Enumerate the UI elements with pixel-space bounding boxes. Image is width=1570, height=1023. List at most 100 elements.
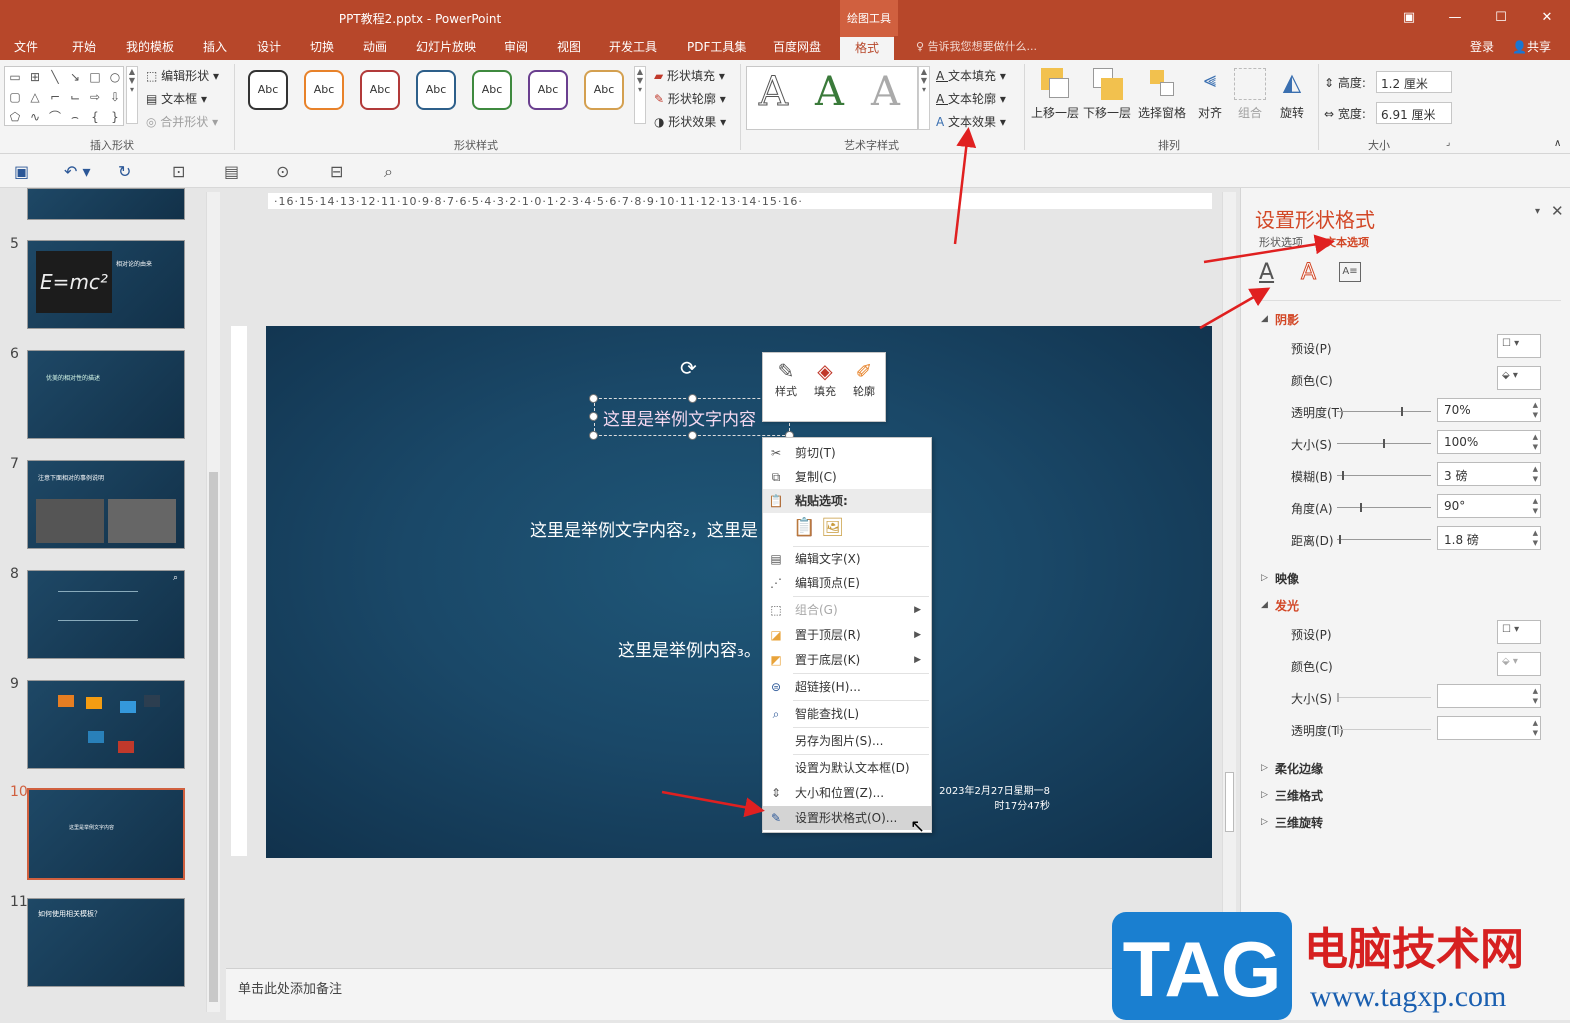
mini-fill-button[interactable]: ◈ 填充 <box>806 359 844 399</box>
wordart-gallery[interactable]: A A A <box>746 66 918 130</box>
date-time-field[interactable]: 2023年2月27日星期一8 时17分47秒 <box>926 782 1050 812</box>
text-fill-button[interactable]: A 文本填充 ▾ <box>936 67 1006 84</box>
slider-thumb[interactable] <box>1337 725 1339 734</box>
expand-soft-edges-icon[interactable]: ▷ <box>1261 763 1268 773</box>
glow-color-picker[interactable]: ⬙ ▾ <box>1497 652 1541 676</box>
paste-picture-icon[interactable]: 🖼 <box>821 517 844 538</box>
tab-slideshow[interactable]: 幻灯片放映 <box>416 36 476 60</box>
section-soft-edges[interactable]: 柔化边缘 <box>1275 760 1323 777</box>
shape-icon[interactable]: { <box>85 107 105 127</box>
shadow-color-picker[interactable]: ⬙ ▾ <box>1497 366 1541 390</box>
glow-size-input[interactable]: ▲ ▼ <box>1437 684 1541 708</box>
bring-forward-button[interactable]: 上移一层 <box>1030 68 1080 121</box>
editor-scrollbar[interactable] <box>1222 192 1236 912</box>
menu-group[interactable]: ⬚ 组合(G) ▶ <box>763 598 931 622</box>
shadow-angle-input[interactable]: 90° ▲ ▼ <box>1437 494 1541 518</box>
tab-home[interactable]: 开始 <box>72 36 96 60</box>
section-3d-format[interactable]: 三维格式 <box>1275 787 1323 804</box>
slide-text-2[interactable]: 这里是举例文字内容₂，这里是 <box>530 516 758 541</box>
glow-transparency-slider[interactable] <box>1337 725 1431 734</box>
style-swatch[interactable]: Abc <box>416 70 456 110</box>
resize-handle[interactable] <box>589 431 598 440</box>
tell-me-box[interactable]: ♀ 告诉我您想要做什么... <box>916 36 1037 58</box>
style-swatch[interactable]: Abc <box>248 70 288 110</box>
pane-close-icon[interactable]: ✕ <box>1551 202 1564 220</box>
slide-thumbnail-selected[interactable]: 这里是举例文字内容 <box>27 788 185 880</box>
shape-icon[interactable]: ⊞ <box>25 67 45 87</box>
selection-pane-button[interactable]: 选择窗格 <box>1134 68 1190 121</box>
menu-cut[interactable]: ✂ 剪切(T) <box>763 441 931 465</box>
size-dialog-launcher-icon[interactable]: ⌟ <box>1446 138 1450 148</box>
mini-style-button[interactable]: ✎ 样式 <box>767 359 805 399</box>
menu-save-as-picture[interactable]: 另存为图片(S)... <box>763 729 931 753</box>
shape-icon[interactable]: ⌙ <box>65 87 85 107</box>
style-swatch[interactable]: Abc <box>360 70 400 110</box>
section-shadow[interactable]: 阴影 <box>1275 311 1299 328</box>
resize-handle[interactable] <box>589 394 598 403</box>
slide-thumbnail[interactable]: 注意下面相对的事例说明 <box>27 460 185 549</box>
glow-size-slider[interactable] <box>1337 693 1431 702</box>
menu-set-default-textbox[interactable]: 设置为默认文本框(D) <box>763 756 931 780</box>
collapse-ribbon-icon[interactable]: ∧ <box>1554 138 1561 149</box>
wordart-gallery-scroll[interactable]: ▲ ▼ ▾ <box>918 66 930 130</box>
shape-icon[interactable]: ⬠ <box>5 107 25 127</box>
textbox-button[interactable]: ▤ 文本框 ▾ <box>146 90 207 107</box>
present-icon[interactable]: ⊟ <box>330 162 343 181</box>
ribbon-display-icon[interactable]: ▣ <box>1386 0 1432 34</box>
spin-arrows-icon[interactable]: ▲ ▼ <box>1533 432 1538 452</box>
spin-arrows-icon[interactable]: ▲ ▼ <box>1533 718 1538 738</box>
spin-arrows-icon[interactable]: ▲ ▼ <box>1533 528 1538 548</box>
group-button[interactable]: 组合 <box>1230 68 1270 121</box>
tab-pdf[interactable]: PDF工具集 <box>687 36 746 60</box>
edit-shape-button[interactable]: ⬚ 编辑形状 ▾ <box>146 67 219 84</box>
menu-size-position[interactable]: ⇕ 大小和位置(Z)... <box>763 781 931 805</box>
shape-icon[interactable]: ⌒ <box>45 107 65 127</box>
width-input[interactable]: 6.91 厘米 <box>1376 102 1452 124</box>
styles-gallery-scroll[interactable]: ▲ ▼ ▾ <box>634 66 646 124</box>
text-outline-button[interactable]: A 文本轮廓 ▾ <box>936 90 1006 107</box>
section-reflection[interactable]: 映像 <box>1275 570 1299 587</box>
menu-edit-points[interactable]: ⋰ 编辑顶点(E) <box>763 571 931 595</box>
shadow-transparency-slider[interactable] <box>1337 407 1431 416</box>
shape-effect-button[interactable]: ◑ 形状效果 ▾ <box>654 113 726 130</box>
text-effects-icon[interactable]: A <box>1300 260 1316 286</box>
close-icon[interactable]: ✕ <box>1524 0 1570 34</box>
align-button[interactable]: ⫷ 对齐 <box>1190 68 1230 121</box>
section-glow[interactable]: 发光 <box>1275 597 1299 614</box>
tab-design[interactable]: 设计 <box>257 36 281 60</box>
shadow-blur-input[interactable]: 3 磅 ▲ ▼ <box>1437 462 1541 486</box>
resize-handle[interactable] <box>589 412 598 421</box>
slider-thumb[interactable] <box>1360 503 1362 512</box>
style-swatch[interactable]: Abc <box>304 70 344 110</box>
scroll-thumb[interactable] <box>209 472 218 1002</box>
tab-animations[interactable]: 动画 <box>363 36 387 60</box>
notes-pane[interactable]: 单击此处添加备注 <box>226 968 1222 1020</box>
share-button[interactable]: 👤共享 <box>1512 36 1551 58</box>
style-swatch[interactable]: Abc <box>528 70 568 110</box>
shape-icon[interactable]: } <box>105 107 125 127</box>
shape-fill-button[interactable]: ▰ 形状填充 ▾ <box>654 67 725 84</box>
tab-file[interactable]: 文件 <box>14 36 38 60</box>
redo-icon[interactable]: ↻ <box>118 162 131 181</box>
shape-icon[interactable]: ⇨ <box>85 87 105 107</box>
style-swatch[interactable]: Abc <box>472 70 512 110</box>
tab-text-options[interactable]: 文本选项 <box>1325 234 1369 250</box>
spin-arrows-icon[interactable]: ▲ ▼ <box>1533 464 1538 484</box>
login-link[interactable]: 登录 <box>1470 36 1494 58</box>
expand-shadow-icon[interactable]: ◢ <box>1261 314 1268 324</box>
slideshow-icon[interactable]: ⊙ <box>276 162 289 181</box>
menu-hyperlink[interactable]: ⊜ 超链接(H)... <box>763 675 931 699</box>
shape-icon[interactable]: ⌐ <box>45 87 65 107</box>
tab-baidu[interactable]: 百度网盘 <box>773 36 821 60</box>
resize-handle[interactable] <box>688 431 697 440</box>
expand-3d-format-icon[interactable]: ▷ <box>1261 790 1268 800</box>
spin-arrows-icon[interactable]: ▲ ▼ <box>1533 496 1538 516</box>
paste-keep-icon[interactable]: 📋 <box>793 517 815 538</box>
scroll-thumb[interactable] <box>1225 772 1234 832</box>
text-fill-outline-icon[interactable]: A <box>1259 260 1274 285</box>
style-swatch[interactable]: Abc <box>584 70 624 110</box>
shape-icon[interactable]: △ <box>25 87 45 107</box>
glow-preset-dropdown[interactable]: ☐ ▾ <box>1497 620 1541 644</box>
slide-text-3[interactable]: 这里是举例内容₃。 <box>618 636 761 661</box>
slider-thumb[interactable] <box>1341 471 1344 480</box>
